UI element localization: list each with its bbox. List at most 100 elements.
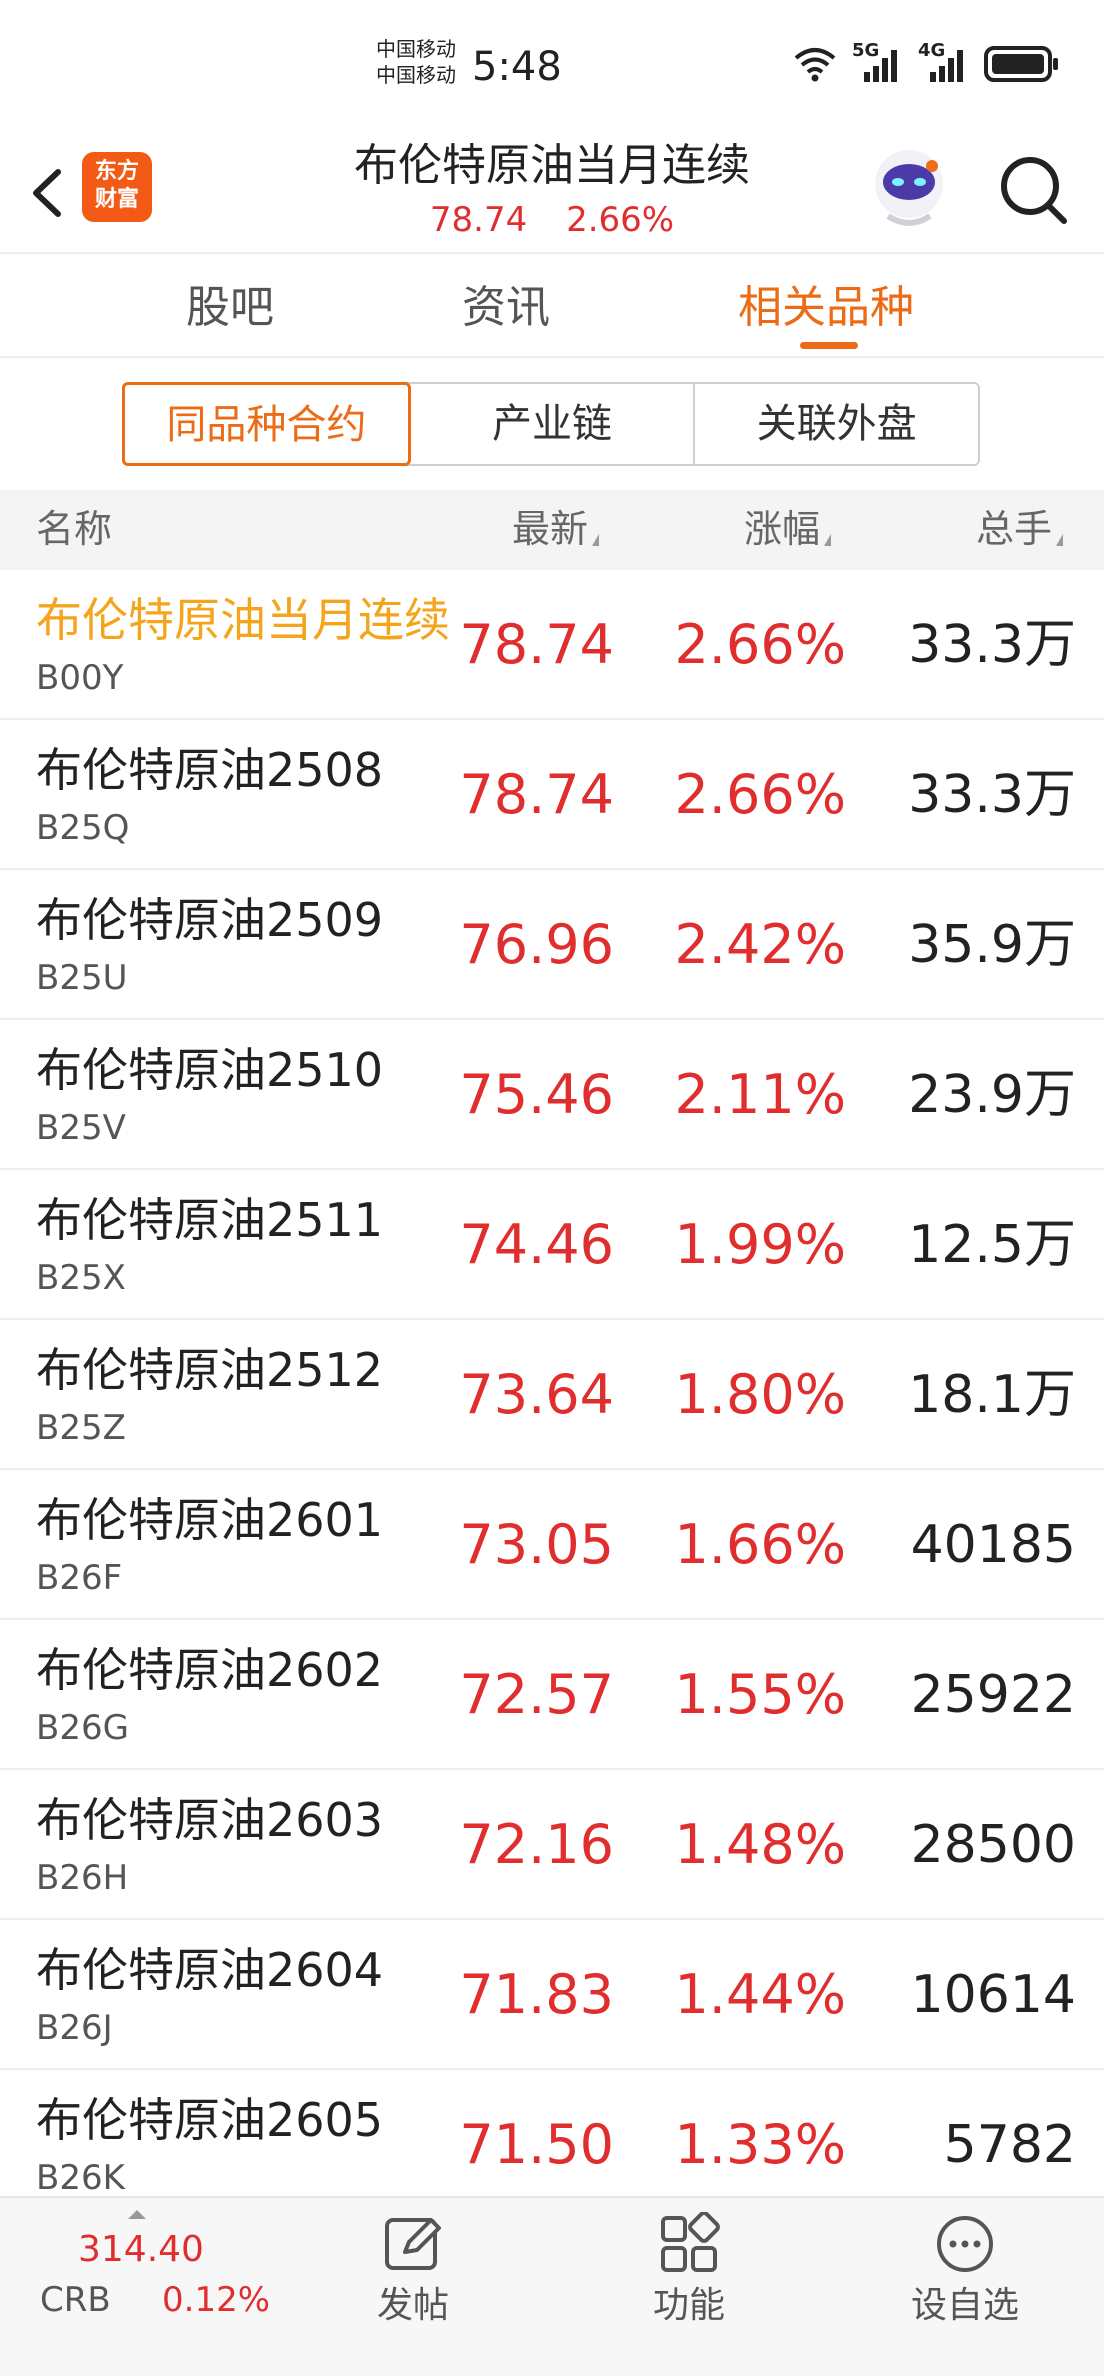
table-row[interactable]: 布伦特原油2509 B25U 76.96 2.42% 35.9万 — [0, 870, 1104, 1020]
segment-industry-chain[interactable]: 产业链 — [411, 384, 696, 464]
table-row[interactable]: 布伦特原油2602 B26G 72.57 1.55% 25922 — [0, 1620, 1104, 1770]
clock: 5:48 — [472, 44, 562, 90]
row-code: B26G — [36, 1708, 129, 1748]
column-change-sort[interactable]: 涨幅 — [744, 504, 832, 554]
row-price: 78.74 — [459, 613, 614, 676]
row-name: 布伦特原油2601 — [36, 1493, 384, 1547]
row-volume: 33.3万 — [908, 765, 1076, 825]
tab-active-indicator — [800, 342, 858, 349]
search-icon[interactable] — [994, 150, 1074, 230]
edit-icon — [385, 2218, 441, 2270]
table-row[interactable]: 布伦特原油当月连续 B00Y 78.74 2.66% 33.3万 — [0, 570, 1104, 720]
row-name: 布伦特原油2510 — [36, 1043, 384, 1097]
row-price: 71.50 — [459, 2113, 614, 2176]
row-name: 布伦特原油2604 — [36, 1943, 384, 1997]
system-icons: 5G 4G — [792, 40, 1060, 84]
row-code: B25V — [36, 1108, 126, 1148]
column-volume-label: 总手 — [976, 507, 1053, 551]
crb-index-value: 314.40 — [78, 2229, 204, 2270]
row-price: 73.05 — [459, 1513, 614, 1576]
watchlist-label: 设自选 — [910, 2285, 1019, 2326]
table-row[interactable]: 布伦特原油2508 B25Q 78.74 2.66% 33.3万 — [0, 720, 1104, 870]
row-name: 布伦特原油2602 — [36, 1643, 384, 1697]
bottom-bar: 314.40 CRB 0.12% 发帖 功能 设自选 — [0, 2196, 1104, 2376]
tab-bar: 股吧 资讯 相关品种 — [0, 256, 1104, 358]
function-label: 功能 — [652, 2285, 725, 2326]
carrier-names: 中国移动 中国移动 — [376, 36, 456, 88]
row-code: B25U — [36, 958, 128, 998]
header-price: 78.74 — [429, 200, 528, 240]
row-name: 布伦特原油2512 — [36, 1343, 384, 1397]
row-code: B26F — [36, 1558, 123, 1598]
row-volume: 18.1万 — [908, 1365, 1076, 1425]
table-row[interactable]: 布伦特原油2510 B25V 75.46 2.11% 23.9万 — [0, 1020, 1104, 1170]
table-row[interactable]: 布伦特原油2603 B26H 72.16 1.48% 28500 — [0, 1770, 1104, 1920]
row-code: B25X — [36, 1258, 126, 1298]
more-icon — [937, 2216, 993, 2272]
row-volume: 12.5万 — [908, 1215, 1076, 1275]
tab-guba[interactable]: 股吧 — [186, 278, 274, 338]
row-code: B26H — [36, 1858, 129, 1898]
crb-index-name: CRB — [40, 2280, 111, 2320]
row-name: 布伦特原油2603 — [36, 1793, 384, 1847]
row-change: 1.44% — [674, 1963, 846, 2026]
row-change: 2.66% — [674, 763, 846, 826]
post-label: 发帖 — [376, 2285, 449, 2326]
row-code: B25Q — [36, 808, 130, 848]
table-row[interactable]: 布伦特原油2604 B26J 71.83 1.44% 10614 — [0, 1920, 1104, 2070]
row-change: 1.48% — [674, 1813, 846, 1876]
row-change: 2.66% — [674, 613, 846, 676]
row-price: 78.74 — [459, 763, 614, 826]
post-button[interactable]: 发帖 — [338, 2212, 488, 2330]
function-button[interactable]: 功能 — [614, 2212, 764, 2330]
row-volume: 5782 — [943, 2115, 1076, 2175]
row-volume: 23.9万 — [908, 1065, 1076, 1125]
row-volume: 25922 — [910, 1665, 1076, 1725]
sort-icon — [1056, 534, 1064, 546]
carrier-1: 中国移动 — [376, 37, 456, 61]
row-price: 73.64 — [459, 1363, 614, 1426]
table-row[interactable]: 布伦特原油2511 B25X 74.46 1.99% 12.5万 — [0, 1170, 1104, 1320]
wifi-icon — [794, 48, 836, 82]
tab-news[interactable]: 资讯 — [462, 278, 550, 338]
row-code: B26J — [36, 2008, 113, 2048]
row-volume: 33.3万 — [908, 615, 1076, 675]
row-change: 1.99% — [674, 1213, 846, 1276]
contract-list: 布伦特原油当月连续 B00Y 78.74 2.66% 33.3万 布伦特原油25… — [0, 570, 1104, 2220]
status-bar: 中国移动 中国移动 5:48 5G 4G — [0, 0, 1104, 130]
row-price: 76.96 — [459, 913, 614, 976]
row-code: B25Z — [36, 1408, 126, 1448]
carrier-2: 中国移动 — [376, 63, 456, 87]
row-price: 72.57 — [459, 1663, 614, 1726]
add-watchlist-button[interactable]: 设自选 — [890, 2212, 1040, 2330]
table-row[interactable]: 布伦特原油2601 B26F 73.05 1.66% 40185 — [0, 1470, 1104, 1620]
crb-index-change: 0.12% — [162, 2280, 271, 2320]
expand-up-icon — [128, 2210, 146, 2219]
row-code: B00Y — [36, 658, 124, 698]
robot-assistant-icon[interactable] — [866, 144, 952, 230]
column-volume-sort[interactable]: 总手 — [976, 504, 1064, 554]
row-price: 71.83 — [459, 1963, 614, 2026]
sort-icon — [592, 534, 600, 546]
row-change: 2.42% — [674, 913, 846, 976]
row-name: 布伦特原油2508 — [36, 743, 384, 797]
row-volume: 10614 — [910, 1965, 1076, 2025]
column-latest-sort[interactable]: 最新 — [512, 504, 600, 554]
row-price: 75.46 — [459, 1063, 614, 1126]
column-name: 名称 — [36, 504, 112, 554]
row-volume: 28500 — [910, 1815, 1076, 1875]
signal-5g-icon: 5G — [852, 40, 904, 84]
row-volume: 35.9万 — [908, 915, 1076, 975]
row-change: 1.80% — [674, 1363, 846, 1426]
row-change: 2.11% — [674, 1063, 846, 1126]
table-row[interactable]: 布伦特原油2512 B25Z 73.64 1.80% 18.1万 — [0, 1320, 1104, 1470]
segment-same-contract[interactable]: 同品种合约 — [122, 382, 411, 466]
tab-related[interactable]: 相关品种 — [738, 278, 914, 338]
row-name: 布伦特原油当月连续 — [36, 593, 450, 647]
segment-related-foreign[interactable]: 关联外盘 — [695, 384, 978, 464]
row-price: 72.16 — [459, 1813, 614, 1876]
row-name: 布伦特原油2605 — [36, 2093, 384, 2147]
column-latest-label: 最新 — [512, 507, 589, 551]
grid-icon — [661, 2212, 720, 2272]
column-change-label: 涨幅 — [744, 507, 821, 551]
